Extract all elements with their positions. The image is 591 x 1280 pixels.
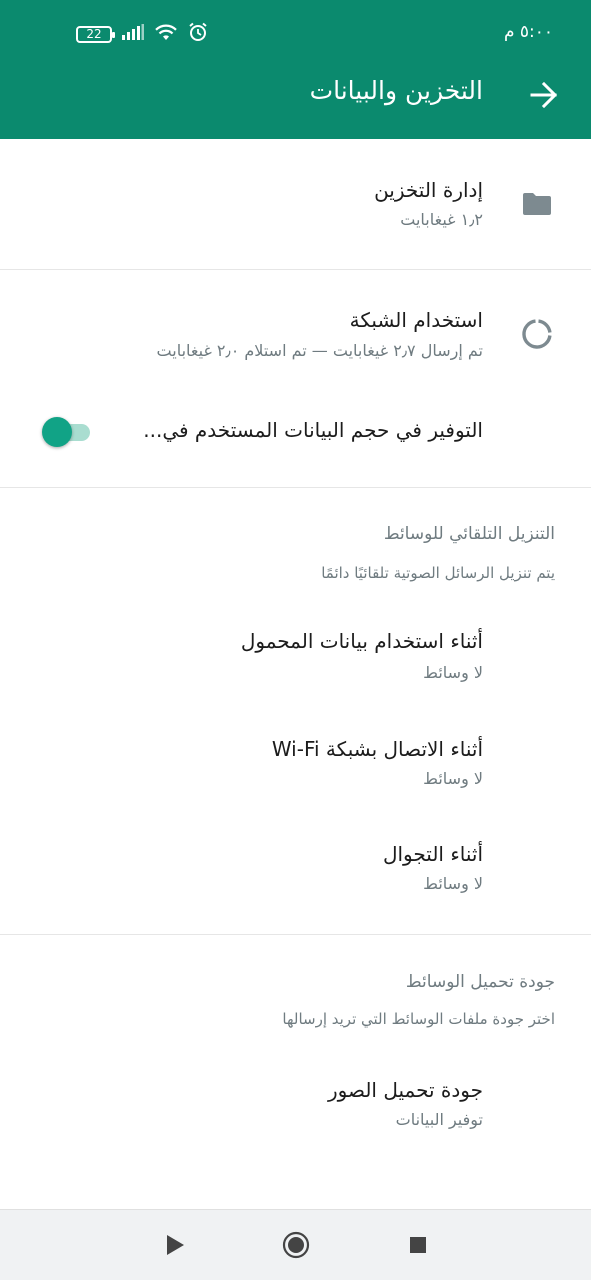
battery-icon: 22 <box>76 25 115 43</box>
system-nav-bar <box>0 1209 591 1280</box>
photo-upload-quality-title: جودة تحميل الصور <box>328 1078 483 1102</box>
auto-download-roaming-row[interactable]: أثناء التجوال لا وسائط <box>0 819 591 925</box>
status-icons: 22 <box>76 22 208 46</box>
auto-download-mobile-row[interactable]: أثناء استخدام بيانات المحمول لا وسائط <box>0 607 591 713</box>
recents-square-icon <box>409 1236 427 1258</box>
nav-back-button[interactable] <box>158 1230 192 1264</box>
folder-icon <box>521 188 553 220</box>
nav-recents-button[interactable] <box>401 1230 435 1264</box>
upload-quality-header: جودة تحميل الوسائط <box>405 972 555 992</box>
wifi-title: أثناء الاتصال بشبكة Wi-Fi <box>271 737 483 761</box>
manage-storage-title: إدارة التخزين <box>374 178 483 202</box>
status-time: ٥:٠٠ م <box>503 22 553 42</box>
arrow-back-icon <box>530 81 558 112</box>
signal-icon <box>122 24 144 44</box>
auto-download-note: يتم تنزيل الرسائل الصوتية تلقائيًا دائمً… <box>321 564 555 582</box>
page-title: التخزين والبيانات <box>309 76 483 105</box>
back-triangle-icon <box>165 1234 185 1260</box>
photo-upload-quality-row[interactable]: جودة تحميل الصور توفير البيانات <box>0 1051 591 1161</box>
auto-download-wifi-row[interactable]: أثناء الاتصال بشبكة Wi-Fi لا وسائط <box>0 713 591 819</box>
wifi-icon <box>154 23 178 45</box>
toggle-thumb <box>42 417 72 447</box>
data-usage-icon <box>521 318 553 350</box>
data-saver-label: التوفير في حجم البيانات المستخدم في... <box>143 418 483 442</box>
network-usage-title: استخدام الشبكة <box>349 308 483 332</box>
data-saver-row[interactable]: التوفير في حجم البيانات المستخدم في... <box>0 380 591 486</box>
divider <box>0 487 591 488</box>
network-usage-row[interactable]: استخدام الشبكة تم إرسال ٢٫٧ غيغابايت — ت… <box>0 270 591 380</box>
manage-storage-size: ١٫٢ غيغابايت <box>400 210 483 229</box>
photo-upload-quality-value: توفير البيانات <box>395 1110 483 1129</box>
manage-storage-row[interactable]: إدارة التخزين ١٫٢ غيغابايت <box>0 139 591 269</box>
back-button[interactable] <box>527 80 561 114</box>
roaming-title: أثناء التجوال <box>382 842 483 866</box>
wifi-value: لا وسائط <box>423 769 483 788</box>
auto-download-header: التنزيل التلقائي للوسائط <box>383 524 555 544</box>
divider <box>0 934 591 935</box>
roaming-value: لا وسائط <box>423 874 483 893</box>
app-bar: 22 ٥:٠٠ م التخزين والبيانات <box>0 0 591 139</box>
nav-home-button[interactable] <box>279 1230 313 1264</box>
mobile-data-title: أثناء استخدام بيانات المحمول <box>240 629 483 653</box>
home-circle-icon <box>282 1231 310 1263</box>
alarm-icon <box>188 22 208 46</box>
upload-quality-note: اختر جودة ملفات الوسائط التي تريد إرساله… <box>282 1010 555 1028</box>
mobile-data-value: لا وسائط <box>423 663 483 682</box>
data-saver-toggle[interactable] <box>42 415 92 449</box>
settings-list: إدارة التخزين ١٫٢ غيغابايت استخدام الشبك… <box>0 139 591 1209</box>
network-usage-summary: تم إرسال ٢٫٧ غيغابايت — تم استلام ٢٫٠ غي… <box>156 341 483 360</box>
